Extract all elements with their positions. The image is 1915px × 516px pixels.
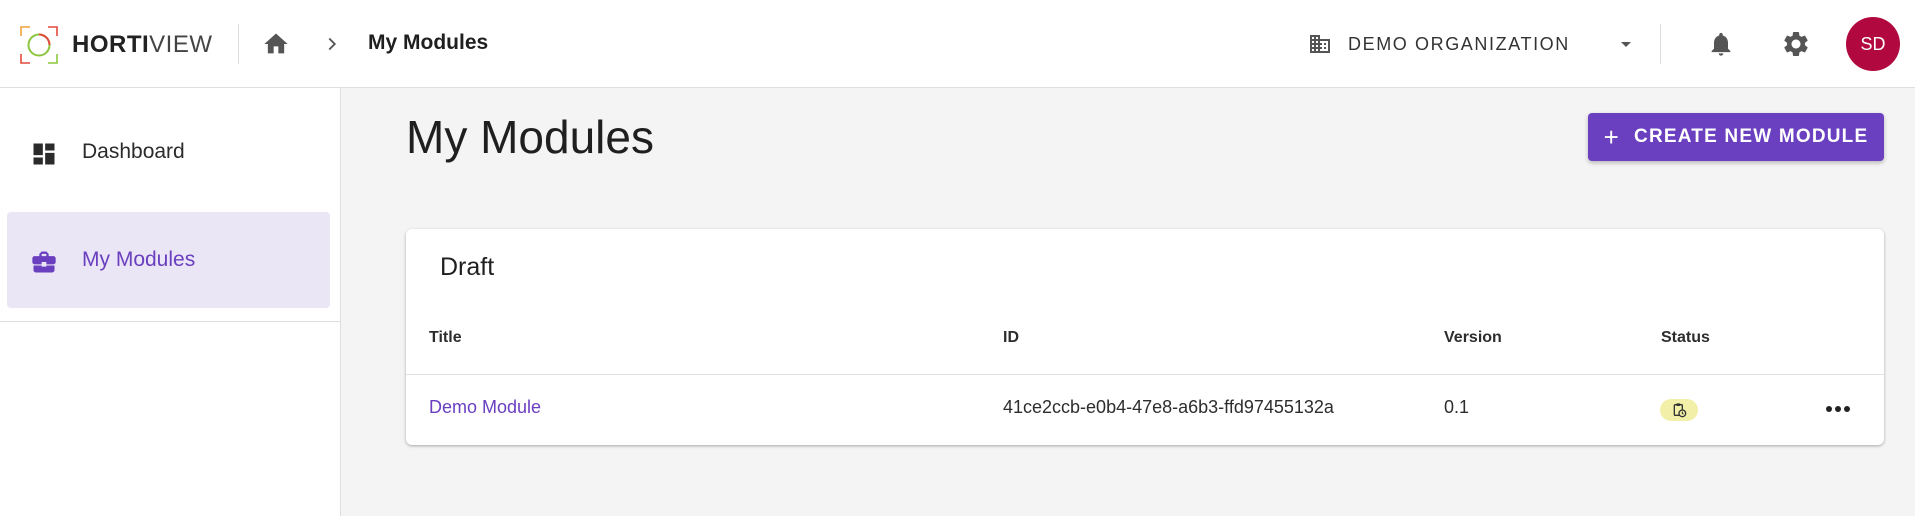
column-header-title[interactable]: Title <box>429 329 462 347</box>
brand-light-part: VIEW <box>149 31 213 58</box>
sidebar-item-label: My Modules <box>82 248 196 271</box>
sidebar-divider <box>0 321 340 322</box>
dashboard-icon <box>33 143 55 165</box>
brand-bold-part: HORTI <box>72 31 150 58</box>
caret-down-icon <box>1621 42 1631 47</box>
clipboard-clock-icon <box>1673 403 1687 418</box>
table-divider <box>406 374 1884 375</box>
settings-button[interactable] <box>1776 24 1816 64</box>
plus-icon: + <box>1603 122 1621 152</box>
row-actions-button[interactable] <box>1820 393 1856 425</box>
sidebar: Dashboard My Modules <box>0 88 341 516</box>
organization-selector[interactable]: DEMO ORGANIZATION <box>1308 26 1638 62</box>
column-header-version[interactable]: Version <box>1444 329 1502 347</box>
hortiview-logo-icon <box>20 26 58 64</box>
sidebar-item-my-modules[interactable]: My Modules <box>7 212 330 308</box>
app-brand-name: HORTIVIEW <box>72 31 213 59</box>
column-header-status[interactable]: Status <box>1661 329 1710 347</box>
draft-modules-card: Draft Title ID Version Status Demo Modul… <box>406 229 1884 445</box>
avatar-initials: SD <box>1860 33 1886 54</box>
section-title: Draft <box>440 253 495 281</box>
status-badge <box>1660 399 1698 421</box>
bell-icon <box>1711 32 1731 56</box>
sidebar-item-dashboard[interactable]: Dashboard <box>7 104 330 200</box>
briefcase-icon <box>32 251 56 273</box>
chevron-right-icon <box>328 37 337 51</box>
create-new-module-button[interactable]: + CREATE NEW MODULE <box>1588 113 1884 161</box>
sidebar-item-label: Dashboard <box>82 140 185 163</box>
page-title: My Modules <box>406 111 654 163</box>
create-button-label: CREATE NEW MODULE <box>1634 126 1869 147</box>
more-horizontal-icon <box>1826 406 1850 412</box>
column-header-id[interactable]: ID <box>1003 329 1019 347</box>
user-avatar[interactable]: SD <box>1846 17 1900 71</box>
module-id: 41ce2ccb-e0b4-47e8-a6b3-ffd97455132a <box>1003 397 1334 417</box>
breadcrumb-current: My Modules <box>368 31 489 54</box>
top-app-bar: HORTIVIEW My Modules DEMO ORGANIZATION S… <box>0 0 1915 88</box>
home-button[interactable] <box>258 26 294 62</box>
header-divider <box>1660 24 1661 64</box>
app-logo[interactable]: HORTIVIEW <box>18 24 213 66</box>
building-icon <box>1310 35 1330 53</box>
breadcrumb-separator <box>320 30 344 58</box>
organization-name: DEMO ORGANIZATION <box>1348 33 1570 54</box>
header-divider <box>238 24 239 64</box>
gear-icon <box>1784 31 1808 56</box>
module-title-link[interactable]: Demo Module <box>429 397 541 418</box>
module-version: 0.1 <box>1444 397 1470 417</box>
home-icon <box>264 33 288 54</box>
notifications-button[interactable] <box>1701 24 1741 64</box>
